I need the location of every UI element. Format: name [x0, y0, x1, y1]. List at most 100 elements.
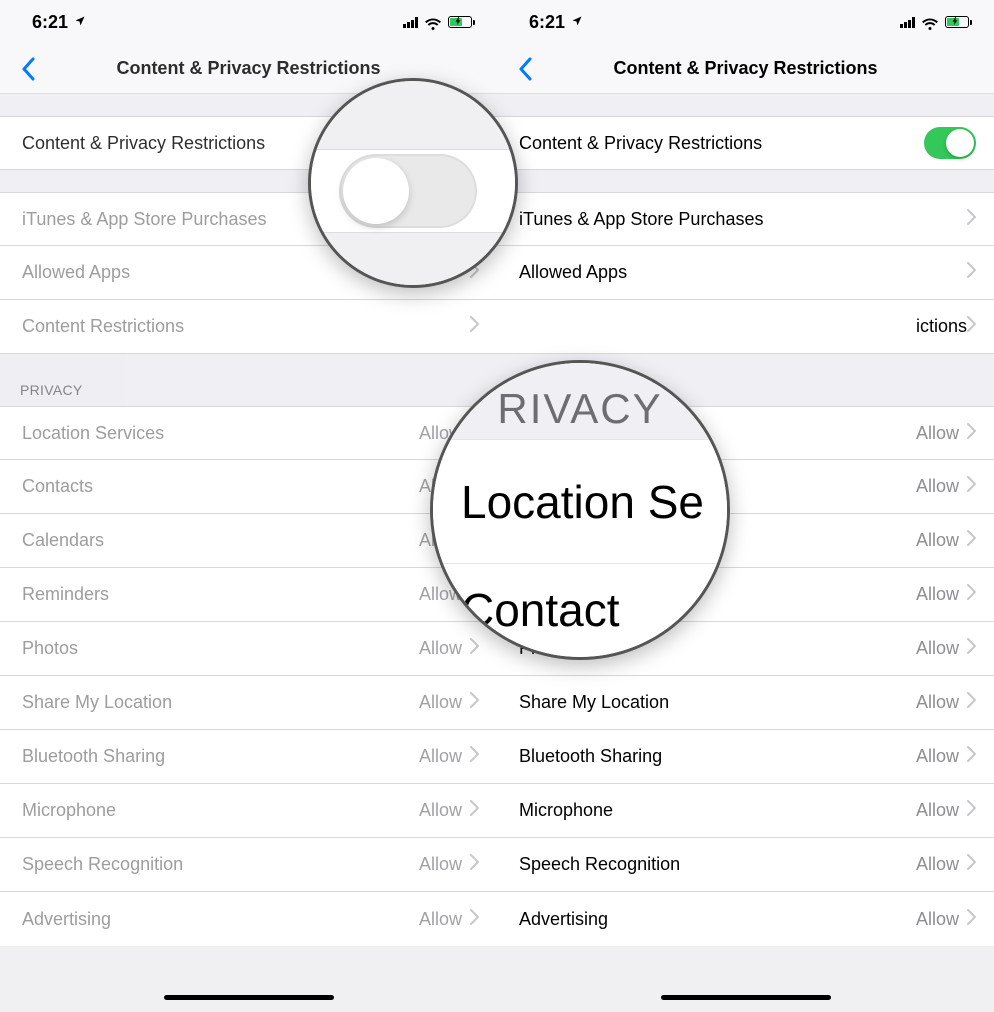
row-detail: Allow — [916, 692, 959, 713]
row-detail: Allow — [916, 909, 959, 930]
row-label: Share My Location — [519, 692, 916, 713]
chevron-right-icon — [967, 584, 976, 605]
location-arrow-icon — [74, 14, 86, 30]
row-label: Advertising — [519, 909, 916, 930]
row-label: Microphone — [22, 800, 419, 821]
bluetooth-sharing-row[interactable]: Bluetooth Sharing Allow — [497, 730, 994, 784]
chevron-right-icon — [470, 800, 479, 821]
chevron-right-icon — [470, 746, 479, 767]
row-label: iTunes & App Store Purchases — [519, 209, 967, 230]
wifi-icon — [424, 15, 442, 29]
chevron-left-icon — [518, 57, 532, 81]
toggle-switch-on[interactable] — [924, 127, 976, 159]
row-label: ictions — [519, 316, 967, 337]
section-gap — [497, 94, 994, 116]
reminders-row[interactable]: Reminders Allow — [0, 568, 497, 622]
calendars-row[interactable]: Calendars Allow — [0, 514, 497, 568]
bluetooth-sharing-row[interactable]: Bluetooth Sharing Allow — [0, 730, 497, 784]
chevron-right-icon — [470, 909, 479, 930]
chevron-right-icon — [967, 638, 976, 659]
chevron-left-icon — [21, 57, 35, 81]
zoom-section-header: RIVACY — [433, 363, 727, 439]
speech-recognition-row[interactable]: Speech Recognition Allow — [0, 838, 497, 892]
row-detail: Allow — [916, 423, 959, 444]
chevron-right-icon — [967, 854, 976, 875]
privacy-section-header: PRIVACY — [0, 354, 497, 406]
chevron-right-icon — [967, 746, 976, 767]
battery-icon — [945, 16, 972, 28]
allowed-apps-row[interactable]: Allowed Apps — [497, 246, 994, 300]
location-arrow-icon — [571, 14, 583, 30]
row-detail: Allow — [916, 638, 959, 659]
row-label: Contacts — [22, 476, 419, 497]
chevron-right-icon — [967, 316, 976, 337]
share-my-location-row[interactable]: Share My Location Allow — [0, 676, 497, 730]
row-label: Calendars — [22, 530, 419, 551]
row-label: Speech Recognition — [519, 854, 916, 875]
content-restrictions-row[interactable]: Content Restrictions — [0, 300, 497, 354]
status-time-area: 6:21 — [529, 12, 583, 33]
back-button[interactable] — [8, 49, 48, 89]
nav-header: Content & Privacy Restrictions — [497, 44, 994, 94]
row-label: Bluetooth Sharing — [519, 746, 916, 767]
location-services-row[interactable]: Location Services Allow — [0, 406, 497, 460]
section-gap — [497, 170, 994, 192]
speech-recognition-row[interactable]: Speech Recognition Allow — [497, 838, 994, 892]
chevron-right-icon — [967, 692, 976, 713]
row-detail: Allow — [419, 854, 462, 875]
row-label: Share My Location — [22, 692, 419, 713]
row-detail: Allow — [419, 800, 462, 821]
battery-icon — [448, 16, 475, 28]
row-detail: Allow — [419, 692, 462, 713]
row-label: Content & Privacy Restrictions — [519, 133, 924, 154]
row-label: Microphone — [519, 800, 916, 821]
home-indicator[interactable] — [164, 995, 334, 1000]
chevron-right-icon — [967, 209, 976, 230]
row-label: Allowed Apps — [519, 262, 967, 283]
chevron-right-icon — [470, 316, 479, 337]
row-label: Bluetooth Sharing — [22, 746, 419, 767]
nav-title: Content & Privacy Restrictions — [0, 58, 497, 79]
status-time: 6:21 — [529, 12, 565, 33]
row-detail: Allow — [916, 746, 959, 767]
chevron-right-icon — [470, 854, 479, 875]
wifi-icon — [921, 15, 939, 29]
share-my-location-row[interactable]: Share My Location Allow — [497, 676, 994, 730]
microphone-row[interactable]: Microphone Allow — [0, 784, 497, 838]
status-time-area: 6:21 — [32, 12, 86, 33]
row-detail: Allow — [419, 909, 462, 930]
cellular-signal-icon — [403, 16, 418, 28]
zoom-row-location: Location Se — [433, 439, 727, 562]
microphone-row[interactable]: Microphone Allow — [497, 784, 994, 838]
chevron-right-icon — [470, 692, 479, 713]
photos-row[interactable]: Photos Allow — [0, 622, 497, 676]
row-label: Photos — [22, 638, 419, 659]
itunes-app-store-row[interactable]: iTunes & App Store Purchases — [497, 192, 994, 246]
row-detail: Allow — [916, 854, 959, 875]
chevron-right-icon — [967, 262, 976, 283]
chevron-right-icon — [967, 909, 976, 930]
chevron-right-icon — [967, 530, 976, 551]
advertising-row[interactable]: Advertising Allow — [0, 892, 497, 946]
row-detail: Allow — [419, 746, 462, 767]
row-detail: Allow — [916, 584, 959, 605]
status-indicators — [900, 15, 972, 29]
status-bar: 6:21 — [497, 0, 994, 44]
chevron-right-icon — [967, 476, 976, 497]
advertising-row[interactable]: Advertising Allow — [497, 892, 994, 946]
row-detail: Allow — [916, 800, 959, 821]
status-bar: 6:21 — [0, 0, 497, 44]
status-indicators — [403, 15, 475, 29]
contacts-row[interactable]: Contacts Allow — [0, 460, 497, 514]
home-indicator[interactable] — [661, 995, 831, 1000]
magnifier-toggle-zoom — [308, 78, 518, 288]
chevron-right-icon — [967, 800, 976, 821]
content-privacy-toggle-row[interactable]: Content & Privacy Restrictions — [497, 116, 994, 170]
row-label: Speech Recognition — [22, 854, 419, 875]
switch-off-icon — [339, 154, 477, 228]
row-label: Advertising — [22, 909, 419, 930]
content-restrictions-row[interactable]: ictions — [497, 300, 994, 354]
row-label: Content Restrictions — [22, 316, 470, 337]
row-detail: Allow — [916, 530, 959, 551]
status-time: 6:21 — [32, 12, 68, 33]
